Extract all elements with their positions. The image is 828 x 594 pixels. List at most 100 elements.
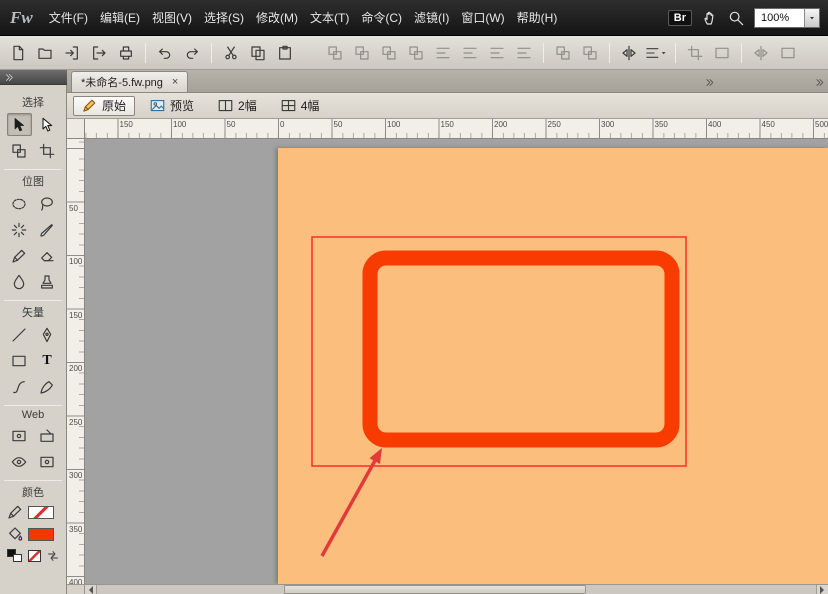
menu-view[interactable]: 视图(V) bbox=[146, 5, 198, 30]
crop-tool[interactable] bbox=[35, 139, 60, 162]
menu-filters[interactable]: 滤镜(I) bbox=[408, 5, 455, 30]
join-button[interactable] bbox=[551, 41, 575, 65]
export-button[interactable] bbox=[87, 41, 111, 65]
rectangle-tool[interactable] bbox=[7, 349, 32, 372]
scrollbar-track[interactable] bbox=[97, 585, 816, 594]
two-pane-icon bbox=[218, 98, 233, 113]
bridge-button[interactable]: Br bbox=[668, 10, 692, 26]
tools-panel: 选择 位图 矢量 T Web bbox=[0, 85, 67, 594]
copy-button[interactable] bbox=[246, 41, 270, 65]
four-pane-icon bbox=[281, 98, 296, 113]
view-tab-2up-label: 2幅 bbox=[238, 97, 257, 114]
open-button[interactable] bbox=[33, 41, 57, 65]
flip-horizontal-button[interactable] bbox=[749, 41, 773, 65]
text-tool[interactable]: T bbox=[35, 349, 60, 372]
magic-wand-tool[interactable] bbox=[7, 218, 32, 241]
zoom-level-select[interactable]: 100% bbox=[754, 8, 820, 28]
group-button[interactable] bbox=[323, 41, 347, 65]
marquee-tool[interactable] bbox=[7, 192, 32, 215]
lasso-tool[interactable] bbox=[35, 192, 60, 215]
section-divider bbox=[4, 169, 62, 170]
pointer-tool[interactable] bbox=[7, 113, 32, 136]
menu-window[interactable]: 窗口(W) bbox=[455, 5, 510, 30]
distribute-button[interactable] bbox=[512, 41, 536, 65]
menu-modify[interactable]: 修改(M) bbox=[250, 5, 304, 30]
swap-colors-button[interactable] bbox=[47, 550, 59, 562]
blur-tool[interactable] bbox=[7, 270, 32, 293]
collapse-panel-button[interactable] bbox=[4, 73, 14, 82]
tools-dock-header bbox=[0, 70, 67, 85]
freeform-tool[interactable] bbox=[7, 375, 32, 398]
numeric-transform-button[interactable] bbox=[776, 41, 800, 65]
view-tab-original[interactable]: 原始 bbox=[73, 96, 135, 116]
split-button[interactable] bbox=[578, 41, 602, 65]
free-transform-button[interactable] bbox=[617, 41, 641, 65]
view-tab-2up[interactable]: 2幅 bbox=[209, 96, 266, 116]
ungroup-button[interactable] bbox=[350, 41, 374, 65]
pencil-tool[interactable] bbox=[7, 244, 32, 267]
menu-select[interactable]: 选择(S) bbox=[198, 5, 250, 30]
align-left-button[interactable] bbox=[431, 41, 455, 65]
rubber-stamp-tool[interactable] bbox=[35, 270, 60, 293]
scroll-left-button[interactable] bbox=[85, 585, 97, 594]
scale-tool[interactable] bbox=[7, 139, 32, 162]
print-button[interactable] bbox=[114, 41, 138, 65]
paste-button[interactable] bbox=[273, 41, 297, 65]
view-tab-preview[interactable]: 预览 bbox=[141, 96, 203, 116]
pen-tool[interactable] bbox=[35, 323, 60, 346]
pencil-icon bbox=[82, 98, 97, 113]
align-center-button[interactable] bbox=[458, 41, 482, 65]
menu-commands[interactable]: 命令(C) bbox=[355, 5, 408, 30]
scrollbar-thumb[interactable] bbox=[284, 585, 586, 594]
zoom-tool-button[interactable] bbox=[728, 10, 744, 26]
knife-tool[interactable] bbox=[35, 375, 60, 398]
document-tab[interactable]: *未命名-5.fw.png × bbox=[71, 71, 188, 92]
line-tool[interactable] bbox=[7, 323, 32, 346]
align-right-button[interactable] bbox=[485, 41, 509, 65]
fit-canvas-button[interactable] bbox=[710, 41, 734, 65]
rectangle-hotspot-tool[interactable] bbox=[7, 424, 32, 447]
stroke-color-well[interactable] bbox=[28, 506, 54, 519]
bring-to-front-button[interactable] bbox=[377, 41, 401, 65]
canvas-viewport[interactable] bbox=[85, 139, 828, 584]
eraser-tool[interactable] bbox=[35, 244, 60, 267]
menu-edit[interactable]: 编辑(E) bbox=[94, 5, 146, 30]
hide-hotspots-button[interactable] bbox=[7, 450, 32, 473]
scroll-right-button[interactable] bbox=[816, 585, 828, 594]
canvas-document[interactable] bbox=[278, 148, 828, 584]
horizontal-scrollbar[interactable] bbox=[85, 584, 828, 594]
horizontal-ruler[interactable]: 15010050050100150200250300350400450500 bbox=[85, 119, 828, 139]
menu-text[interactable]: 文本(T) bbox=[304, 5, 355, 30]
slice-tool[interactable] bbox=[35, 424, 60, 447]
vertical-ruler[interactable]: 50100150200250300350400 bbox=[67, 139, 85, 584]
menu-file[interactable]: 文件(F) bbox=[43, 5, 94, 30]
collapse-far-dock-button[interactable] bbox=[810, 75, 828, 89]
document-tab-bar: *未命名-5.fw.png × bbox=[67, 70, 828, 93]
main-toolbar bbox=[0, 36, 828, 70]
undo-button[interactable] bbox=[153, 41, 177, 65]
menu-help[interactable]: 帮助(H) bbox=[511, 5, 564, 30]
no-color-button[interactable] bbox=[28, 550, 41, 562]
tools-section-bitmap: 位图 bbox=[0, 173, 66, 189]
cut-button[interactable] bbox=[219, 41, 243, 65]
view-tab-4up[interactable]: 4幅 bbox=[272, 96, 329, 116]
zoom-dropdown-arrow[interactable] bbox=[804, 9, 819, 27]
crop-document-button[interactable] bbox=[683, 41, 707, 65]
send-to-back-button[interactable] bbox=[404, 41, 428, 65]
default-colors-button[interactable] bbox=[7, 549, 22, 562]
tools-section-vector: 矢量 bbox=[0, 304, 66, 320]
section-divider bbox=[4, 480, 62, 481]
brush-tool[interactable] bbox=[35, 218, 60, 241]
toolbar-separator bbox=[741, 43, 742, 63]
redo-button[interactable] bbox=[180, 41, 204, 65]
new-document-button[interactable] bbox=[6, 41, 30, 65]
subselection-tool[interactable] bbox=[35, 113, 60, 136]
align-panel-button[interactable] bbox=[644, 41, 668, 65]
hand-tool-button[interactable] bbox=[702, 10, 718, 26]
import-button[interactable] bbox=[60, 41, 84, 65]
collapse-right-dock-button[interactable] bbox=[700, 75, 718, 89]
fill-color-well[interactable] bbox=[28, 528, 54, 541]
zoom-level-value: 100% bbox=[755, 12, 804, 24]
close-tab-button[interactable]: × bbox=[172, 76, 178, 88]
show-hotspots-button[interactable] bbox=[35, 450, 60, 473]
